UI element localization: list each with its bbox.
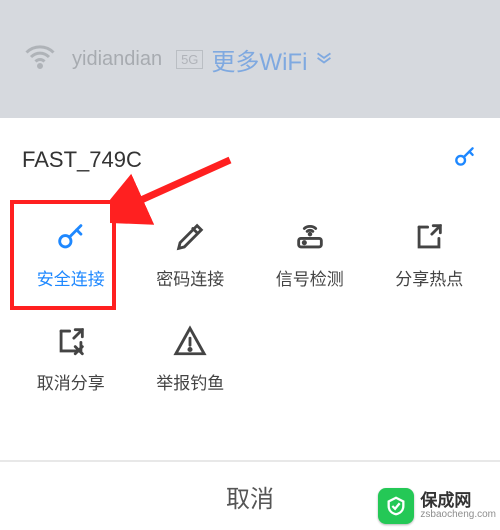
tile-cancel-share[interactable]: 取消分享 bbox=[14, 309, 128, 407]
tile-share-hotspot[interactable]: 分享热点 bbox=[373, 205, 487, 303]
watermark-url: zsbaocheng.com bbox=[420, 510, 496, 521]
pencil-icon bbox=[173, 219, 207, 255]
watermark: 保成网 zsbaocheng.com bbox=[378, 488, 496, 524]
tile-password-connect[interactable]: 密码连接 bbox=[134, 205, 248, 303]
key-icon[interactable] bbox=[452, 144, 478, 175]
network-title: FAST_749C bbox=[22, 147, 142, 173]
cancel-label: 取消 bbox=[226, 479, 274, 514]
share-cancel-icon bbox=[54, 323, 88, 359]
watermark-text: 保成网 zsbaocheng.com bbox=[420, 492, 496, 520]
more-wifi-link[interactable]: 更多WiFi bbox=[211, 42, 307, 77]
wifi-icon bbox=[22, 39, 58, 80]
tile-label: 分享热点 bbox=[395, 265, 463, 290]
background-dim: yidiandian 5G 更多WiFi bbox=[0, 0, 500, 118]
tile-label: 取消分享 bbox=[37, 369, 105, 394]
share-icon bbox=[412, 219, 446, 255]
tile-report-phishing[interactable]: 举报钓鱼 bbox=[134, 309, 248, 407]
wifi-name: yidiandian bbox=[72, 48, 162, 71]
tile-label: 密码连接 bbox=[156, 265, 224, 290]
sheet-header: FAST_749C bbox=[0, 118, 500, 205]
watermark-badge-icon bbox=[378, 488, 414, 524]
wifi-band-badge: 5G bbox=[176, 50, 203, 69]
tile-signal-test[interactable]: 信号检测 bbox=[253, 205, 367, 303]
action-grid: 安全连接 密码连接 信号检测 分享热点 取消分享 bbox=[0, 205, 500, 407]
wifi-row: yidiandian 5G 更多WiFi bbox=[0, 0, 500, 118]
tile-secure-connect[interactable]: 安全连接 bbox=[14, 205, 128, 303]
tile-label: 信号检测 bbox=[276, 265, 344, 290]
warning-icon bbox=[173, 323, 207, 359]
tile-label: 举报钓鱼 bbox=[156, 369, 224, 394]
router-icon bbox=[293, 219, 327, 255]
action-sheet: FAST_749C 安全连接 密码连接 信号检测 bbox=[0, 118, 500, 530]
tile-label: 安全连接 bbox=[37, 265, 105, 290]
watermark-title: 保成网 bbox=[420, 492, 496, 510]
chevron-down-icon bbox=[313, 46, 335, 73]
key-icon bbox=[54, 219, 88, 255]
